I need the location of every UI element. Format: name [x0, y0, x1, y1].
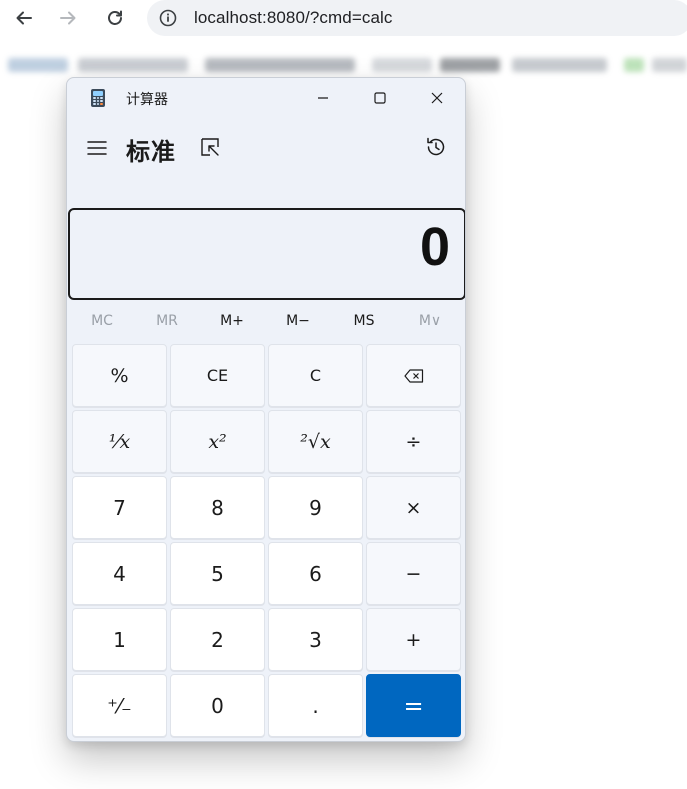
back-button[interactable] — [12, 6, 36, 30]
arrow-left-icon — [16, 11, 32, 25]
close-icon — [431, 92, 443, 104]
decimal-key[interactable]: . — [268, 674, 363, 737]
mode-title: 标准 — [126, 138, 176, 166]
square-root-key[interactable]: ²√x — [268, 410, 363, 473]
title-bar[interactable]: 计算器 — [67, 78, 465, 118]
digit-9-key[interactable]: 9 — [268, 476, 363, 539]
digit-4-key[interactable]: 4 — [72, 542, 167, 605]
browser-toolbar: localhost:8080/?cmd=calc — [0, 0, 687, 36]
navigation-menu-button[interactable] — [85, 136, 109, 160]
clear-entry-key[interactable]: CE — [170, 344, 265, 407]
backspace-key[interactable] — [366, 344, 461, 407]
memory-store-button[interactable]: MS — [331, 306, 397, 336]
maximize-icon — [374, 92, 386, 104]
info-icon[interactable] — [159, 9, 177, 27]
bookmarks-bar-blurred — [0, 52, 687, 78]
percent-key[interactable]: % — [72, 344, 167, 407]
divide-key[interactable]: ÷ — [366, 410, 461, 473]
arrow-right-icon — [60, 11, 76, 25]
minimize-icon — [318, 97, 328, 99]
digit-0-key[interactable]: 0 — [170, 674, 265, 737]
memory-list-button[interactable]: M∨ — [397, 306, 463, 336]
url-text[interactable]: localhost:8080/?cmd=calc — [194, 8, 393, 28]
keep-on-top-button[interactable] — [199, 136, 221, 158]
add-key[interactable]: + — [366, 608, 461, 671]
digit-6-key[interactable]: 6 — [268, 542, 363, 605]
square-key[interactable]: x² — [170, 410, 265, 473]
digit-2-key[interactable]: 2 — [170, 608, 265, 671]
digit-1-key[interactable]: 1 — [72, 608, 167, 671]
calculator-app-icon — [91, 89, 105, 107]
memory-add-button[interactable]: M+ — [199, 306, 265, 336]
keep-on-top-icon — [201, 138, 219, 156]
window-title: 计算器 — [126, 92, 168, 108]
reciprocal-key[interactable]: ¹⁄x — [72, 410, 167, 473]
maximize-button[interactable] — [352, 78, 408, 118]
calculator-window: 计算器 标准 0 MC MR M+ M− MS M∨ % CE C ¹⁄x x²… — [66, 77, 466, 742]
memory-clear-button[interactable]: MC — [69, 306, 135, 336]
digit-8-key[interactable]: 8 — [170, 476, 265, 539]
memory-recall-button[interactable]: MR — [134, 306, 200, 336]
close-button[interactable] — [409, 78, 465, 118]
display-value: 0 — [419, 217, 450, 277]
minimize-button[interactable] — [295, 78, 351, 118]
backspace-icon — [403, 368, 423, 383]
keypad: % CE C ¹⁄x x² ²√x ÷ 7 8 9 × 4 5 6 − 1 2 … — [72, 344, 462, 739]
result-display: 0 — [68, 208, 465, 300]
forward-button[interactable] — [56, 6, 80, 30]
negate-key[interactable]: ⁺⁄₋ — [72, 674, 167, 737]
history-button[interactable] — [424, 135, 448, 159]
address-bar[interactable]: localhost:8080/?cmd=calc — [147, 0, 687, 36]
subtract-key[interactable]: − — [366, 542, 461, 605]
reload-icon — [108, 10, 122, 25]
equals-key[interactable]: = — [366, 674, 461, 737]
digit-7-key[interactable]: 7 — [72, 476, 167, 539]
hamburger-menu-icon — [87, 141, 107, 155]
history-icon — [427, 137, 445, 156]
reload-button[interactable] — [103, 6, 127, 30]
memory-subtract-button[interactable]: M− — [265, 306, 331, 336]
digit-5-key[interactable]: 5 — [170, 542, 265, 605]
calculator-header: 标准 — [67, 126, 465, 170]
memory-row: MC MR M+ M− MS M∨ — [67, 306, 465, 336]
clear-key[interactable]: C — [268, 344, 363, 407]
multiply-key[interactable]: × — [366, 476, 461, 539]
digit-3-key[interactable]: 3 — [268, 608, 363, 671]
